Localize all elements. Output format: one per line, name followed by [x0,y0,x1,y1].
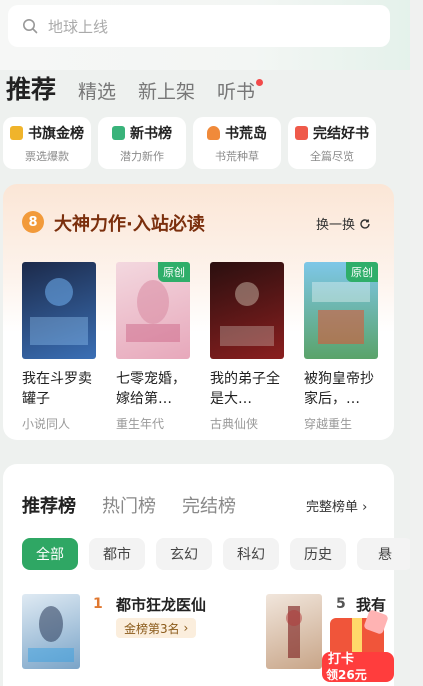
category-title: 书旗金榜 [28,125,84,142]
book-card[interactable]: 原创 七零宠婚，嫁给第… 重生年代 [116,262,190,432]
category-title: 新书榜 [130,125,172,142]
cover-art [220,282,274,346]
tab-hot-rank[interactable]: 热门榜 [102,492,156,518]
rank-badge-label: 金榜第3名 [124,621,180,636]
tab-audiobooks[interactable]: 听书 [217,79,264,103]
category-title: 完结好书 [313,125,369,142]
category-sub: 潜力新作 [120,149,164,163]
category-sub: 书荒种草 [215,149,259,163]
category-sub: 票选爆款 [25,149,69,163]
pill-urban[interactable]: 都市 [89,538,145,570]
original-tag: 原创 [158,262,190,282]
tab-audiobooks-label: 听书 [217,81,256,103]
book-open-icon [112,125,125,140]
category-golden-rank[interactable]: 书旗金榜 票选爆款 [3,117,91,169]
notification-dot [256,79,264,86]
book-genre: 穿越重生 [304,417,353,431]
book-cover [22,262,96,359]
book-card[interactable]: 我在斗罗卖罐子 小说同人 [22,262,96,432]
checkin-promo-widget[interactable]: 打卡 领26元 [322,608,394,686]
book-title: 我的弟子全是大… [210,371,280,407]
book-title: 我在斗罗卖罐子 [22,371,92,407]
refresh-icon [360,218,370,229]
book-genre: 小说同人 [22,417,71,431]
rank-badge: 金榜第3名 › [116,618,197,638]
tab-finished-rank[interactable]: 完结榜 [182,492,236,518]
search-bar[interactable]: 地球上线 [8,5,390,47]
book-title: 七零宠婚，嫁给第… [116,371,186,407]
book-genre: 古典仙侠 [210,417,259,431]
book-card[interactable]: 我的弟子全是大… 古典仙侠 [210,262,284,432]
swap-button[interactable]: 换一换 [316,214,371,233]
book-cover [210,262,284,359]
island-icon [207,125,220,140]
top-tabs: 推荐 精选 新上架 听书 [6,62,264,103]
rank-book-cover[interactable] [266,594,322,669]
search-placeholder: 地球上线 [48,17,109,36]
featured-title: 大神力作·入站必读 [54,214,205,235]
book-cover: 原创 [116,262,190,359]
featured-badge: 8 [22,211,44,233]
tab-new-arrivals[interactable]: 新上架 [138,83,195,102]
featured-books: 我在斗罗卖罐子 小说同人 原创 七零宠婚，嫁给第… 重生年代 我的弟子全是大… … [22,262,378,432]
cover-art [286,606,302,658]
scrollbar[interactable] [410,0,423,686]
pill-fantasy[interactable]: 玄幻 [156,538,212,570]
reward-label: 领26元 [326,668,367,682]
genre-pills: 全部 都市 玄幻 科幻 历史 悬 [22,538,413,570]
book-card[interactable]: 原创 被狗皇帝抄家后，… 穿越重生 [304,262,378,432]
rank-book-title[interactable]: 都市狂龙医仙 [116,594,206,615]
full-ranking-link[interactable]: 完整榜单 › [306,496,367,515]
full-ranking-label: 完整榜单 [306,500,359,515]
pill-scifi[interactable]: 科幻 [223,538,279,570]
tab-selected[interactable]: 精选 [78,83,116,102]
search-icon [23,19,38,34]
checkin-label: 打卡 [328,652,355,667]
category-sub: 全篇尽览 [310,149,354,163]
pill-all[interactable]: 全部 [22,538,78,570]
rank-number: 1 [93,596,103,612]
chevron-right-icon: › [183,621,189,635]
cover-art [28,606,74,662]
book-title: 被狗皇帝抄家后，… [304,371,374,407]
book-cover: 原创 [304,262,378,359]
category-title: 书荒岛 [225,125,267,142]
book-genre: 重生年代 [116,417,165,431]
trophy-icon [10,125,23,140]
category-finished[interactable]: 完结好书 全篇尽览 [288,117,376,169]
rank-book-cover[interactable] [22,594,80,669]
category-book-island[interactable]: 书荒岛 书荒种草 [193,117,281,169]
swap-label: 换一换 [316,218,356,233]
pill-history[interactable]: 历史 [290,538,346,570]
pill-suspense[interactable]: 悬 [357,538,413,570]
tab-recommend[interactable]: 推荐 [6,77,56,102]
chevron-right-icon: › [362,500,368,515]
category-new-books[interactable]: 新书榜 潜力新作 [98,117,186,169]
ranking-tabs: 推荐榜 热门榜 完结榜 [22,492,236,518]
original-tag: 原创 [346,262,378,282]
category-shortcuts: 书旗金榜 票选爆款 新书榜 潜力新作 书荒岛 书荒种草 完结好书 全篇尽览 [3,117,376,169]
bookmark-icon [295,125,308,140]
tab-recommend-rank[interactable]: 推荐榜 [22,492,76,518]
cover-art [30,278,88,345]
